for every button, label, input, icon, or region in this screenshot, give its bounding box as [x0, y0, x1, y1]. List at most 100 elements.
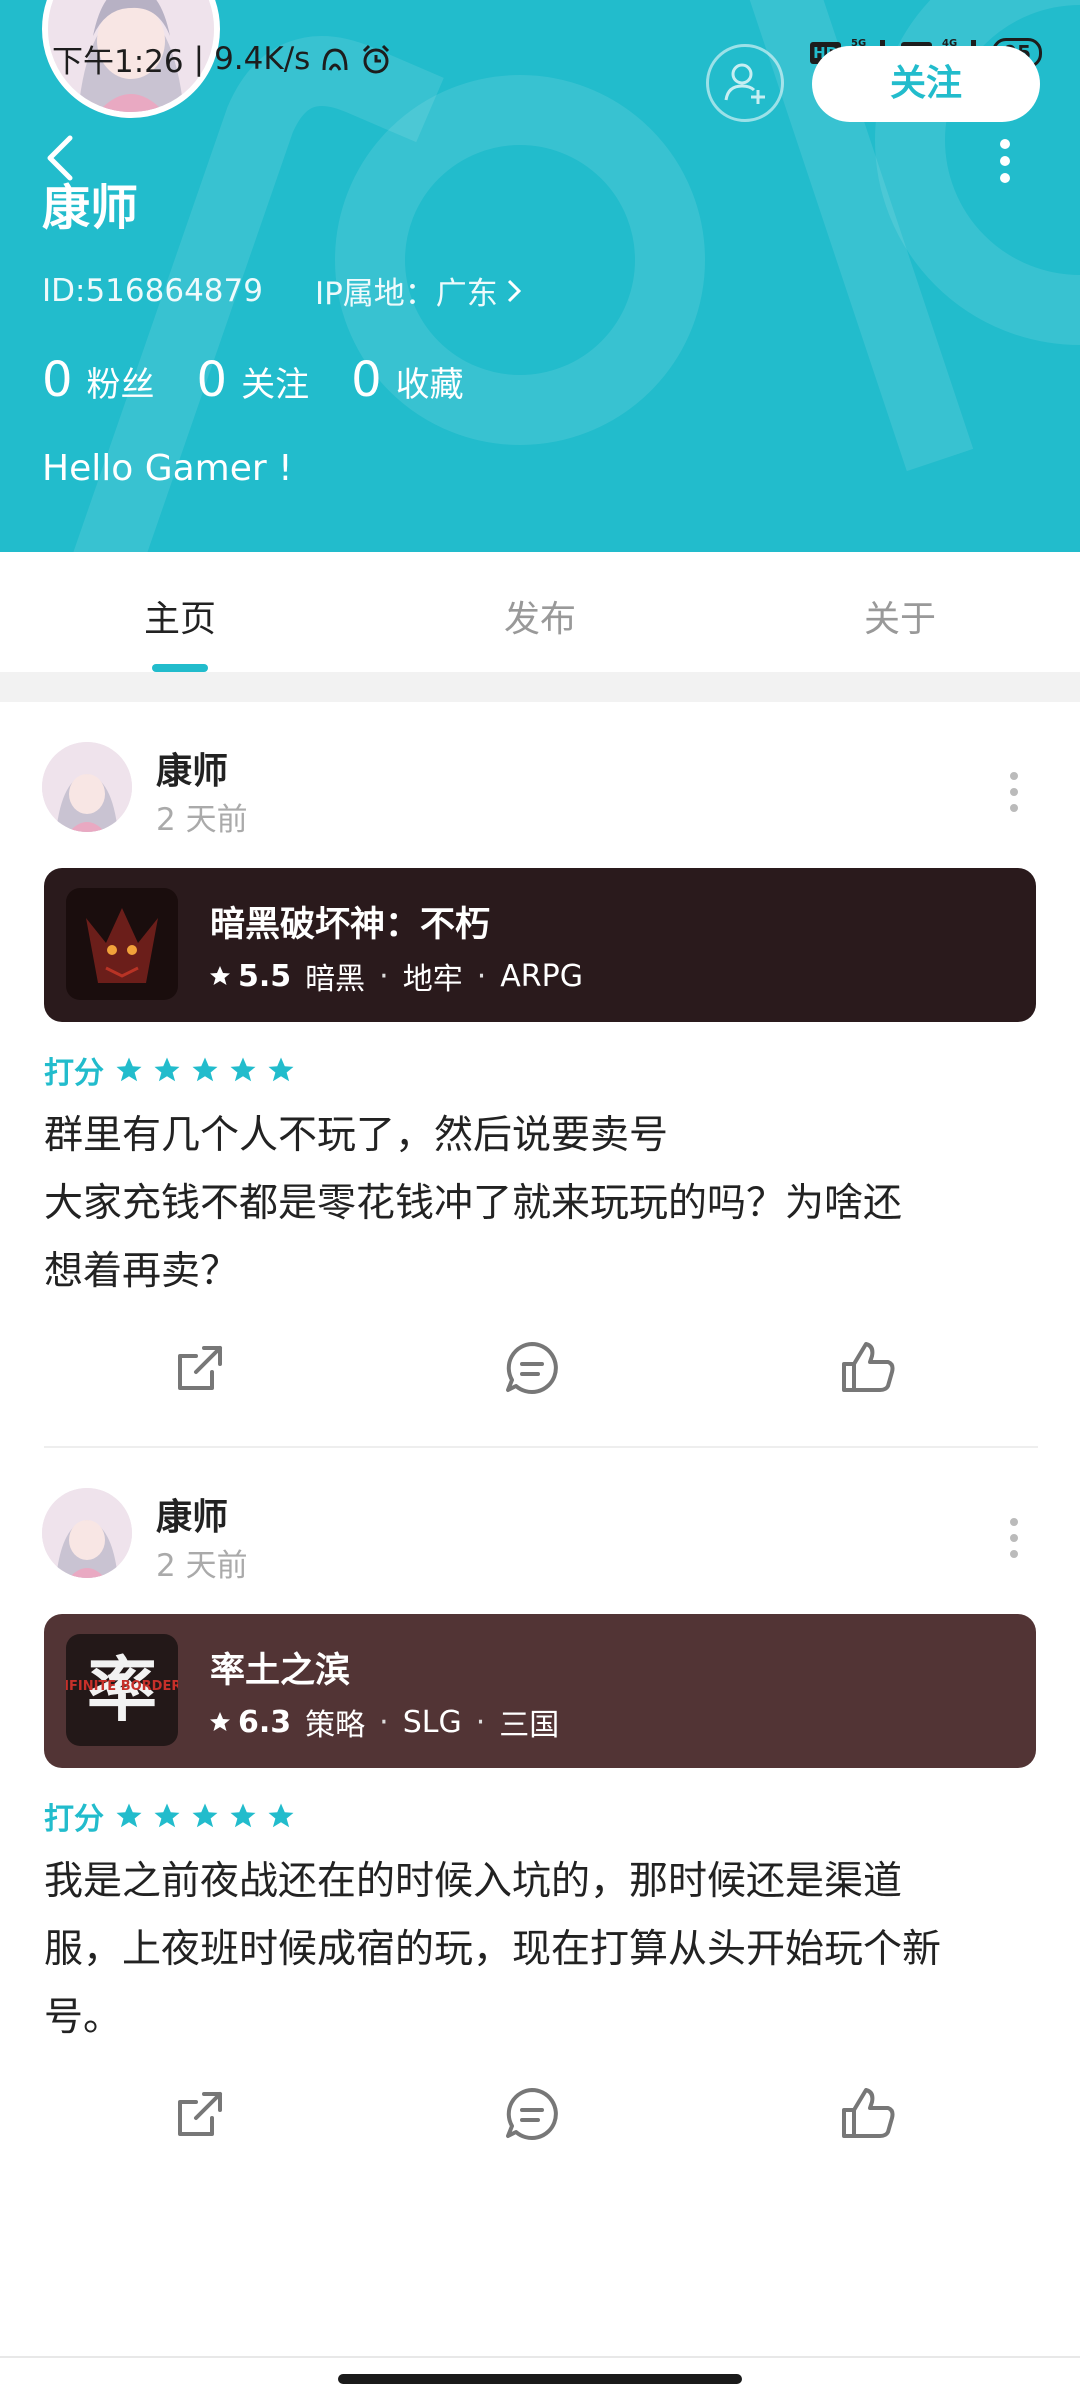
rating-row: 打分: [44, 1794, 296, 1838]
post-text-line: 大家充钱不都是零花钱冲了就来玩玩的吗？为啥还: [44, 1181, 903, 1226]
game-card[interactable]: 率 INFINITE BORDERS 率土之滨 6.3 策略 · SLG · 三…: [44, 1614, 1036, 1768]
post-time: 2 天前: [156, 802, 248, 838]
author-avatar[interactable]: [42, 1488, 132, 1578]
post-text[interactable]: 我是之前夜战还在的时候入坑的，那时候还是渠道 服，上夜班时候成宿的玩，现在打算从…: [44, 1848, 1044, 2052]
star-icon: [268, 1803, 294, 1828]
add-user-icon: [724, 63, 765, 104]
tab-home[interactable]: 主页: [0, 552, 360, 672]
game-tag: 三国: [499, 1708, 560, 1743]
game-tag: 暗黑: [305, 962, 366, 997]
hotspot-icon: [322, 47, 348, 71]
game-tag: 地牢: [402, 962, 463, 997]
post-text-line: 我是之前夜战还在的时候入坑的，那时候还是渠道: [44, 1859, 903, 1904]
star-icon: [192, 1803, 218, 1828]
post-text-line: 服，上夜班时候成宿的玩，现在打算从头开始玩个新: [44, 1927, 942, 1972]
game-score-value: 5.5: [238, 958, 292, 994]
stat-number: 0: [196, 352, 228, 408]
ip-location-link[interactable]: IP属地：广东: [315, 268, 524, 313]
post-text-line: 群里有几个人不玩了，然后说要卖号: [44, 1113, 669, 1158]
profile-stats: 0 粉丝 0 关注 0 收藏: [42, 352, 464, 408]
stat-label: 收藏: [395, 365, 464, 405]
game-icon: [66, 888, 178, 1000]
nav-bar-divider: [0, 2356, 1080, 2358]
chevron-right-icon: [507, 279, 521, 302]
profile-header: 下午1:26 | 9.4K/s HD 5G HD 4G 95 关注: [0, 0, 1080, 552]
comment-icon[interactable]: [502, 1338, 562, 1398]
rating-label: 打分: [44, 1056, 104, 1091]
stat-favorites[interactable]: 0 收藏: [351, 352, 464, 408]
post-actions: [0, 1338, 1080, 1408]
post-text-line: 号。: [44, 1995, 123, 2040]
star-icon: [230, 1803, 256, 1828]
star-icon: [268, 1057, 294, 1082]
game-title: 率土之滨: [210, 1651, 351, 1691]
game-icon-text: INFINITE BORDERS: [66, 1679, 178, 1694]
game-score: 6.3: [208, 1705, 291, 1740]
stat-number: 0: [42, 352, 73, 408]
profile-id: ID:516864879: [42, 272, 263, 309]
section-separator: [0, 672, 1080, 702]
post-text[interactable]: 群里有几个人不玩了，然后说要卖号 大家充钱不都是零花钱冲了就来玩玩的吗？为啥还 …: [44, 1102, 1044, 1306]
post-more-icon[interactable]: [1004, 768, 1024, 816]
game-score: 5.5: [208, 959, 291, 994]
profile-name: 康师: [42, 180, 139, 236]
star-icon: [154, 1803, 180, 1828]
post-more-icon[interactable]: [1004, 1514, 1024, 1562]
tab-label: 主页: [143, 599, 216, 640]
profile-bio: Hello Gamer !: [42, 448, 293, 489]
star-icon: [116, 1057, 142, 1082]
like-icon[interactable]: [838, 2084, 898, 2144]
star-icon: [210, 966, 230, 985]
profile-tabs: 主页 发布 关于: [0, 552, 1080, 672]
stat-number: 0: [351, 352, 382, 408]
game-tag: ARPG: [500, 958, 583, 994]
post-time: 2 天前: [156, 1548, 248, 1584]
game-card[interactable]: 暗黑破坏神：不朽 5.5 暗黑 · 地牢 · ARPG: [44, 868, 1036, 1022]
star-icon: [210, 1712, 230, 1731]
star-icon: [116, 1803, 142, 1828]
star-icon: [192, 1057, 218, 1082]
home-indicator[interactable]: [338, 2374, 742, 2384]
stat-fans[interactable]: 0 粉丝: [42, 352, 155, 408]
post-divider: [44, 1446, 1038, 1448]
stat-label: 粉丝: [86, 365, 155, 405]
game-tag: 策略: [305, 1708, 366, 1743]
comment-icon[interactable]: [502, 2084, 562, 2144]
profile-id-row: ID:516864879 IP属地：广东: [42, 268, 524, 313]
rating-stars: [114, 1801, 296, 1831]
post-text-line: 想着再卖？: [44, 1249, 240, 1294]
author-avatar[interactable]: [42, 742, 132, 832]
game-tag: SLG: [402, 1704, 462, 1740]
more-options-icon[interactable]: [990, 138, 1020, 184]
game-meta: 5.5 暗黑 · 地牢 · ARPG: [208, 954, 583, 998]
post-card: 康师 2 天前 率 INFINITE BORDERS 率土之滨 6.3 策略 ·…: [0, 1488, 1080, 2148]
star-icon: [154, 1057, 180, 1082]
stat-following[interactable]: 0 关注: [197, 352, 310, 408]
tab-label: 关于: [863, 599, 936, 640]
post-author[interactable]: 康师: [156, 742, 228, 794]
status-speed: 9.4K/s: [214, 40, 311, 77]
game-score-value: 6.3: [238, 1704, 292, 1740]
post-author[interactable]: 康师: [156, 1488, 228, 1540]
tab-posts[interactable]: 发布: [360, 552, 720, 672]
share-icon[interactable]: [170, 1338, 230, 1398]
tab-label: 发布: [503, 599, 576, 640]
game-title: 暗黑破坏神：不朽: [210, 905, 491, 945]
stat-label: 关注: [241, 365, 310, 405]
like-icon[interactable]: [838, 1338, 898, 1398]
post-actions: [0, 2084, 1080, 2154]
share-icon[interactable]: [170, 2084, 230, 2144]
ip-location-label: IP属地：广东: [314, 276, 498, 312]
rating-stars: [114, 1055, 296, 1085]
rating-row: 打分: [44, 1048, 296, 1092]
tab-active-indicator: [152, 664, 208, 672]
alarm-icon: [363, 44, 390, 73]
add-friend-button[interactable]: [706, 44, 784, 122]
tab-about[interactable]: 关于: [720, 552, 1080, 672]
follow-button[interactable]: 关注: [812, 46, 1040, 122]
status-time: 下午1:26: [52, 44, 184, 80]
post-card: 康师 2 天前 暗黑破坏神：不朽 5.5 暗黑 · 地牢 · ARPG 打分 群…: [0, 742, 1080, 1402]
rating-label: 打分: [44, 1802, 104, 1837]
star-icon: [230, 1057, 256, 1082]
game-icon: 率 INFINITE BORDERS: [66, 1634, 178, 1746]
